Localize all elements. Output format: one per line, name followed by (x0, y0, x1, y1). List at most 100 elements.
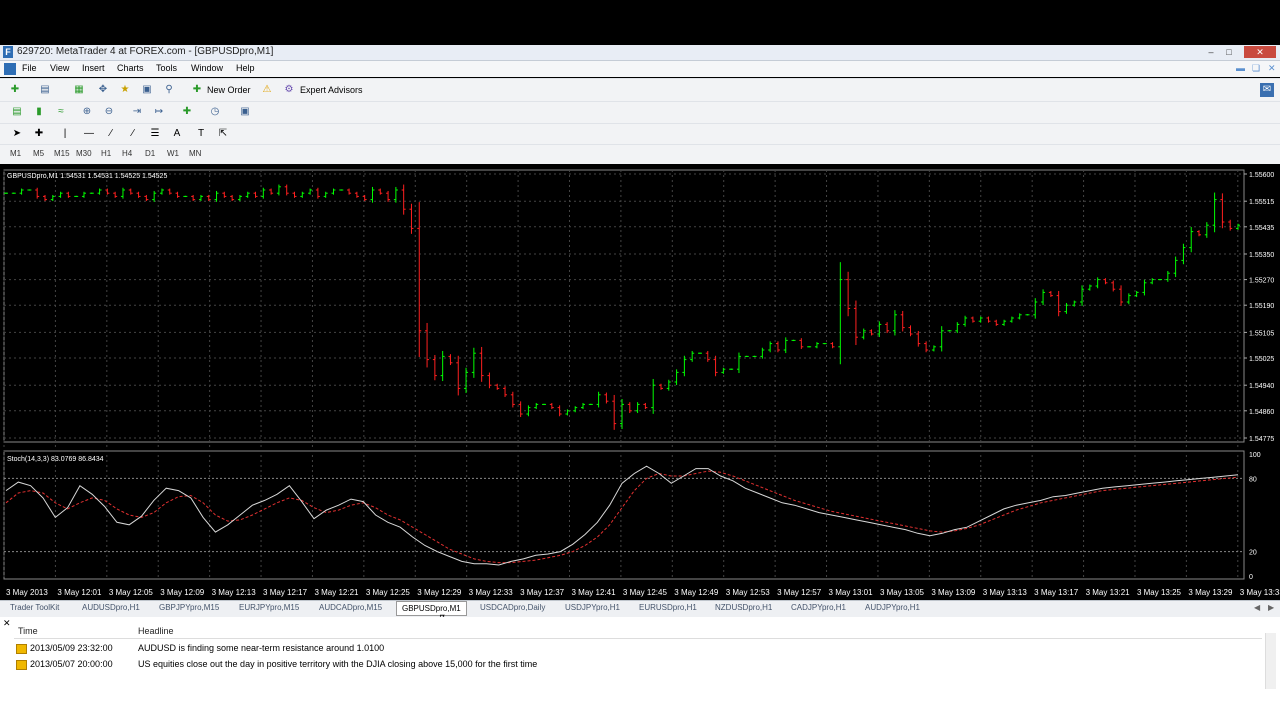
timeframe-m5[interactable]: M5 (33, 149, 44, 158)
mdi-close-icon[interactable]: ✕ (1268, 63, 1276, 74)
panel-close-icon[interactable]: ✕ (3, 618, 11, 629)
new-order-icon[interactable]: ✚ (190, 83, 204, 97)
trendline-icon[interactable]: ∕ (104, 127, 118, 141)
x-axis-tick-label: 3 May 12:29 (417, 588, 462, 597)
indicators-icon[interactable]: ✚ (180, 105, 194, 119)
chart-shift-icon[interactable]: ↦ (152, 105, 166, 119)
market-watch-icon[interactable]: ▦ (72, 83, 86, 97)
news-row[interactable]: 2013/05/07 20:00:00 US equities close ou… (14, 656, 1264, 672)
tab-scroll-right-icon[interactable]: ▶ (1268, 603, 1274, 612)
x-axis-tick-label: 3 May 12:17 (263, 588, 308, 597)
tab-audusd-h1[interactable]: AUDUSDpro,H1 (82, 603, 140, 612)
text-label-icon[interactable]: T (194, 127, 208, 141)
candlesticks-icon[interactable]: ▮ (32, 105, 46, 119)
tab-nzdusd-h1[interactable]: NZDUSDpro,H1 (715, 603, 772, 612)
tab-gbpusd-m1[interactable]: GBPUSDpro,M1 (396, 601, 467, 616)
menu-insert[interactable]: Insert (82, 63, 105, 73)
navigator-icon[interactable]: ★ (118, 83, 132, 97)
tab-usdjpy-h1[interactable]: USDJPYpro,H1 (565, 603, 620, 612)
menu-window[interactable]: Window (191, 63, 223, 73)
expert-advisors-button[interactable]: Expert Advisors (300, 85, 363, 95)
price-pane-frame (3, 169, 1245, 443)
arrows-icon[interactable]: ⇱ (216, 127, 230, 141)
tab-usdcad-daily[interactable]: USDCADpro,Daily (480, 603, 545, 612)
maximize-icon[interactable]: □ (1220, 46, 1238, 58)
menu-charts[interactable]: Charts (117, 63, 144, 73)
news-item-icon (16, 660, 27, 670)
data-window-icon[interactable]: ✥ (96, 83, 110, 97)
channel-icon[interactable]: ∕ (126, 127, 140, 141)
news-time: 2013/05/07 20:00:00 (30, 659, 113, 669)
crosshair-icon[interactable]: ✚ (32, 127, 46, 141)
stochastic-axis-tick-label: 0 (1249, 574, 1253, 581)
x-axis-tick-label: 3 May 13:21 (1086, 588, 1131, 597)
price-axis-tick-label: 1.55515 (1249, 199, 1274, 206)
tab-scroll-left-icon[interactable]: ◀ (1254, 603, 1260, 612)
news-column-headline[interactable]: Headline (138, 626, 174, 636)
timeframe-m30[interactable]: M30 (76, 149, 92, 158)
tab-eurusd-h1[interactable]: EURUSDpro,H1 (639, 603, 697, 612)
timeframe-d1[interactable]: D1 (145, 149, 155, 158)
news-column-time[interactable]: Time (18, 626, 38, 636)
zoom-in-icon[interactable]: ⊕ (80, 105, 94, 119)
mdi-restore-icon[interactable]: ❏ (1252, 63, 1260, 74)
price-axis-tick-label: 1.55435 (1249, 225, 1274, 232)
warning-icon[interactable]: ⚠ (260, 83, 274, 97)
close-icon[interactable]: ✕ (1244, 46, 1276, 58)
periods-icon[interactable]: ◷ (208, 105, 222, 119)
news-row[interactable]: 2013/05/09 23:32:00 AUDUSD is finding so… (14, 640, 1264, 656)
tab-audjpy-h1[interactable]: AUDJPYpro,H1 (865, 603, 920, 612)
x-axis-tick-label: 3 May 12:49 (674, 588, 719, 597)
new-chart-icon[interactable]: ✚ (8, 83, 22, 97)
timeframe-h1[interactable]: H1 (101, 149, 111, 158)
expert-advisors-icon[interactable]: ⚙ (282, 83, 296, 97)
timeframe-m15[interactable]: M15 (54, 149, 70, 158)
timeframe-m1[interactable]: M1 (10, 149, 21, 158)
bar-chart-icon[interactable]: ▤ (10, 105, 24, 119)
price-axis-tick-label: 1.55025 (1249, 356, 1274, 363)
cursor-icon[interactable]: ➤ (10, 127, 24, 141)
chart-tabs: Trader ToolKit AUDUSDpro,H1 GBPJPYpro,M1… (0, 600, 1280, 626)
mdi-minimize-icon[interactable]: ▬ (1236, 63, 1245, 73)
x-axis-tick-label: 3 May 12:21 (314, 588, 359, 597)
menu-bar: File View Insert Charts Tools Window Hel… (0, 61, 1280, 77)
profiles-icon[interactable]: ▤ (38, 83, 52, 97)
templates-icon[interactable]: ▣ (238, 105, 252, 119)
price-axis-tick-label: 1.55350 (1249, 252, 1274, 259)
fibonacci-icon[interactable]: ☰ (148, 127, 162, 141)
minimize-icon[interactable]: – (1202, 46, 1220, 58)
news-time: 2013/05/09 23:32:00 (30, 643, 113, 653)
x-axis-tick-label: 3 May 12:25 (366, 588, 411, 597)
tab-trader-toolkit[interactable]: Trader ToolKit (10, 603, 59, 612)
timeframe-w1[interactable]: W1 (167, 149, 179, 158)
menu-file[interactable]: File (22, 63, 37, 73)
price-axis-tick-label: 1.55190 (1249, 303, 1274, 310)
text-icon[interactable]: A (170, 127, 184, 141)
vertical-line-icon[interactable]: | (58, 127, 72, 141)
terminal-icon[interactable]: ▣ (140, 83, 154, 97)
standard-toolbar: ✚ ▤ ▦ ✥ ★ ▣ ⚲ ✚ New Order ⚠ ⚙ Expert Adv… (0, 78, 1280, 101)
tab-gbpjpy-m15[interactable]: GBPJPYpro,M15 (159, 603, 219, 612)
help-mail-icon[interactable]: ✉ (1260, 83, 1274, 97)
menu-view[interactable]: View (50, 63, 69, 73)
auto-scroll-icon[interactable]: ⇥ (130, 105, 144, 119)
strategy-tester-icon[interactable]: ⚲ (162, 83, 176, 97)
line-chart-icon[interactable]: ≈ (54, 105, 68, 119)
chart-window[interactable]: 3 May 2013 3 May 12:01 3 May 12:05 3 May 12… (0, 164, 1280, 600)
charts-toolbar: ▤ ▮ ≈ ⊕ ⊖ ⇥ ↦ ✚ ◷ ▣ (0, 101, 1280, 123)
horizontal-line-icon[interactable]: — (82, 127, 96, 141)
document-icon[interactable] (4, 63, 16, 75)
news-scrollbar[interactable] (1265, 633, 1276, 689)
tab-audcad-m15[interactable]: AUDCADpro,M15 (319, 603, 382, 612)
tab-eurjpy-m15[interactable]: EURJPYpro,M15 (239, 603, 299, 612)
price-axis-tick-label: 1.54775 (1249, 436, 1274, 443)
timeframe-h4[interactable]: H4 (122, 149, 132, 158)
x-axis-tick-label: 3 May 12:13 (212, 588, 257, 597)
tab-cadjpy-h1[interactable]: CADJPYpro,H1 (791, 603, 846, 612)
new-order-button[interactable]: New Order (207, 85, 251, 95)
zoom-out-icon[interactable]: ⊖ (102, 105, 116, 119)
menu-tools[interactable]: Tools (156, 63, 177, 73)
timeframe-mn[interactable]: MN (189, 149, 201, 158)
menu-help[interactable]: Help (236, 63, 255, 73)
price-chart[interactable]: 3 May 2013 3 May 12:01 3 May 12:05 3 May 12… (0, 164, 1280, 600)
